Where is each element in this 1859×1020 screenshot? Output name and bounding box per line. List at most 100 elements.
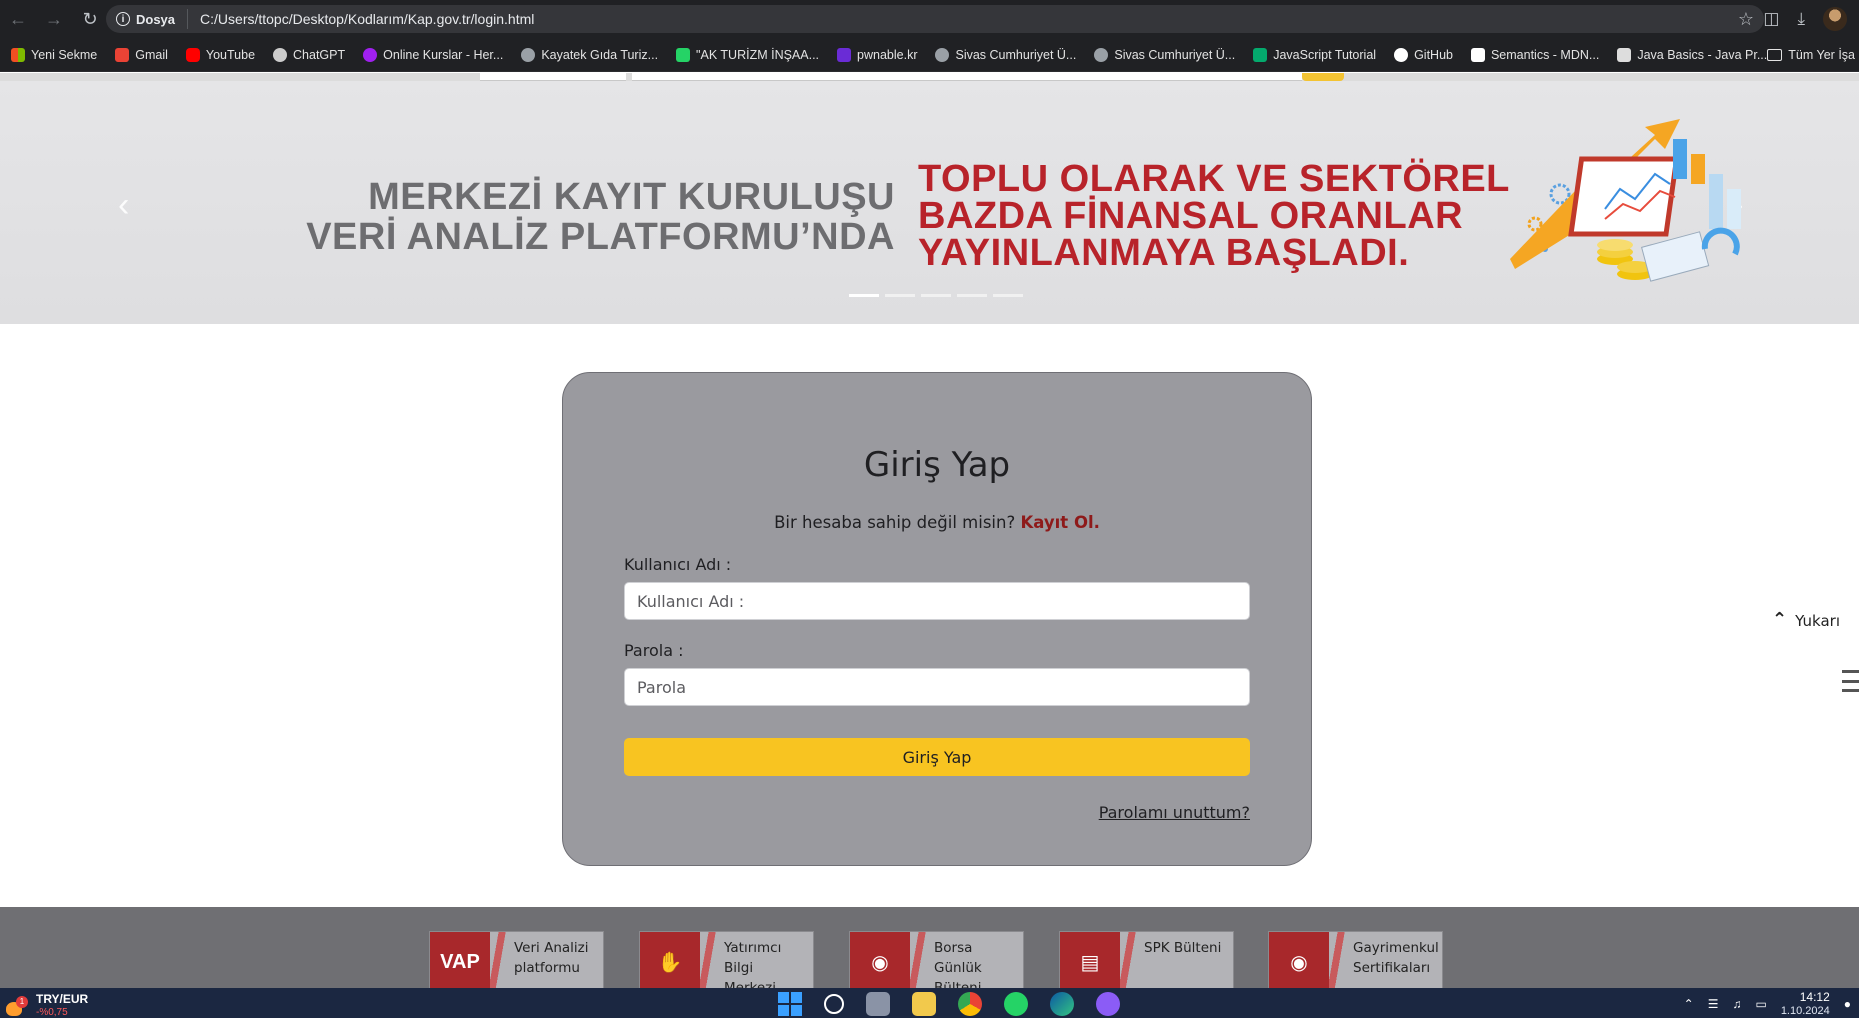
carousel-indicator[interactable] [921,294,951,297]
widget-icon: 1 [6,996,28,1016]
bookmarks-bar: Yeni Sekme Gmail YouTube ChatGPT Online … [0,38,1859,72]
wifi-icon[interactable]: ☰ [1708,997,1719,1011]
carousel-left-text: MERKEZİ KAYIT KURULUŞU VERİ ANALİZ PLATF… [306,176,895,258]
whatsapp-icon[interactable] [1004,992,1028,1016]
bookmark-item[interactable]: "AK TURİZM İNŞAA... [667,47,828,62]
reload-icon[interactable]: ↻ [72,0,108,38]
chevron-up-icon[interactable]: ⌃ [1684,997,1694,1011]
bookmark-item[interactable]: Java Basics - Java Pr... [1608,47,1776,62]
edge-icon[interactable] [1050,992,1074,1016]
bookmark-item[interactable]: GitHub [1385,47,1462,62]
investor-hand-icon: ✋ [640,932,700,988]
forward-icon[interactable]: → [36,0,72,38]
forgot-password-link[interactable]: Parolamı unuttum? [1099,803,1250,822]
browser-toolbar: ← → ↻ i Dosya C:/Users/ttopc/Desktop/Kod… [0,0,1859,38]
start-icon[interactable] [778,992,802,1016]
bookmark-item[interactable]: Yeni Sekme [2,47,106,62]
course-icon [363,47,378,62]
w3schools-icon [1253,47,1268,62]
page-viewport: ‹ › MERKEZİ KAYIT KURULUŞU VERİ ANALİZ P… [0,73,1859,988]
footer-tile-label: SPK Bülteni [1144,940,1222,956]
site-header-remnant [0,73,1859,81]
password-label: Parola : [624,641,684,660]
footer-tile-label: Veri Analizi platformu [514,940,589,976]
vap-logo-icon: VAP [430,932,490,988]
password-input[interactable] [624,668,1250,706]
carousel-indicator[interactable] [849,294,879,297]
footer-tile-gayrimenkul[interactable]: ◉ Gayrimenkul Sertifikaları [1268,931,1443,988]
globe-icon [1094,47,1109,62]
all-bookmarks-folder[interactable]: Tüm Yer İşa [1767,38,1859,72]
footer-tile-spk[interactable]: ▤ SPK Bülteni [1059,931,1234,988]
task-view-icon[interactable] [866,992,890,1016]
search-icon[interactable] [824,994,844,1014]
youtube-icon [185,47,200,62]
system-tray: ⌃ ☰ ♫ ▭ 14:12 1.10.2024 ● [1684,990,1851,1018]
battery-icon[interactable]: ▭ [1755,997,1766,1011]
header-select[interactable] [480,73,626,81]
scroll-top-label: Yukarı [1795,611,1840,630]
carousel-headline: TOPLU OLARAK VE SEKTÖREL BAZDA FİNANSAL … [918,158,1510,274]
footer-tile-vap[interactable]: VAP Veri Analizi platformu [429,931,604,988]
address-bar[interactable]: i Dosya C:/Users/ttopc/Desktop/Kodlarım/… [106,5,1764,33]
login-card: Giriş Yap Bir hesaba sahip değil misin? … [562,372,1312,866]
hero-carousel: ‹ › MERKEZİ KAYIT KURULUŞU VERİ ANALİZ P… [0,81,1859,324]
username-input[interactable] [624,582,1250,620]
header-search-input[interactable] [632,73,1302,81]
download-icon[interactable]: ⤓ [1797,9,1805,29]
bookmark-item[interactable]: Sivas Cumhuriyet Ü... [926,47,1085,62]
footer-tile-investor[interactable]: ✋ Yatırımcı Bilgi Merkezi [639,931,814,988]
document-icon: ▤ [1060,932,1120,988]
footer-tile-borsa[interactable]: ◉ Borsa Günlük Bülteni [849,931,1024,988]
volume-icon[interactable]: ♫ [1732,997,1741,1011]
bookmark-item[interactable]: JavaScript Tutorial [1244,47,1385,62]
mdn-icon [1470,47,1485,62]
profile-avatar[interactable] [1823,7,1847,31]
carousel-prev-icon[interactable]: ‹ [118,186,129,225]
bookmark-item[interactable]: Kayatek Gıda Turiz... [512,47,667,62]
footer-tile-label: Yatırımcı Bilgi Merkezi [724,940,782,988]
scroll-top-button[interactable]: ⌃ Yukarı [1772,609,1840,631]
site-info-chip[interactable]: i Dosya [116,9,189,29]
taskbar-apps [778,992,1120,1016]
bookmark-item[interactable]: Semantics - MDN... [1462,47,1608,62]
extensions-icon[interactable]: ◫ [1763,9,1779,29]
carousel-indicator[interactable] [885,294,915,297]
chrome-icon[interactable] [958,992,982,1016]
notification-badge: 1 [16,996,28,1008]
carousel-indicator[interactable] [957,294,987,297]
bookmark-item[interactable]: pwnable.kr [828,47,926,62]
site-info-label: Dosya [136,11,176,27]
back-icon[interactable]: ← [0,0,36,38]
bookmark-item[interactable]: Sivas Cumhuriyet Ü... [1085,47,1244,62]
signup-link[interactable]: Kayıt Ol. [1020,513,1099,532]
no-account-text: Bir hesaba sahip değil misin? [774,513,1016,532]
globe-icon [935,47,950,62]
globe-icon [521,47,536,62]
login-submit-button[interactable]: Giriş Yap [624,738,1250,776]
github-icon [1394,47,1409,62]
carousel-indicator[interactable] [993,294,1023,297]
github-desktop-icon[interactable] [1096,992,1120,1016]
hash-icon [837,47,852,62]
finance-illustration-icon [1510,119,1741,282]
currency-widget[interactable]: 1 TRY/EUR -%0,75 [6,992,88,1020]
footer-links-band: VAP Veri Analizi platformu ✋ Yatırımcı B… [0,907,1859,988]
bookmark-item[interactable]: YouTube [177,47,264,62]
globe-icon: ◉ [1269,932,1329,988]
bookmark-star-icon[interactable]: ☆ [1738,9,1754,30]
bookmark-item[interactable]: Online Kurslar - Her... [354,47,512,62]
menu-icon[interactable] [1842,670,1859,692]
file-explorer-icon[interactable] [912,992,936,1016]
clock[interactable]: 14:12 1.10.2024 [1781,990,1830,1018]
bookmark-item[interactable]: Gmail [106,47,177,62]
notification-bell-icon[interactable]: ● [1844,997,1851,1011]
chevron-up-icon: ⌃ [1772,609,1788,630]
chatgpt-icon [273,47,288,62]
header-search-button[interactable] [1302,73,1344,81]
folder-icon [1767,49,1783,61]
widget-label: TRY/EUR [36,992,89,1006]
windows-icon [11,47,25,62]
bookmark-item[interactable]: ChatGPT [264,47,354,62]
url-text[interactable]: C:/Users/ttopc/Desktop/Kodlarım/Kap.gov.… [188,11,534,27]
